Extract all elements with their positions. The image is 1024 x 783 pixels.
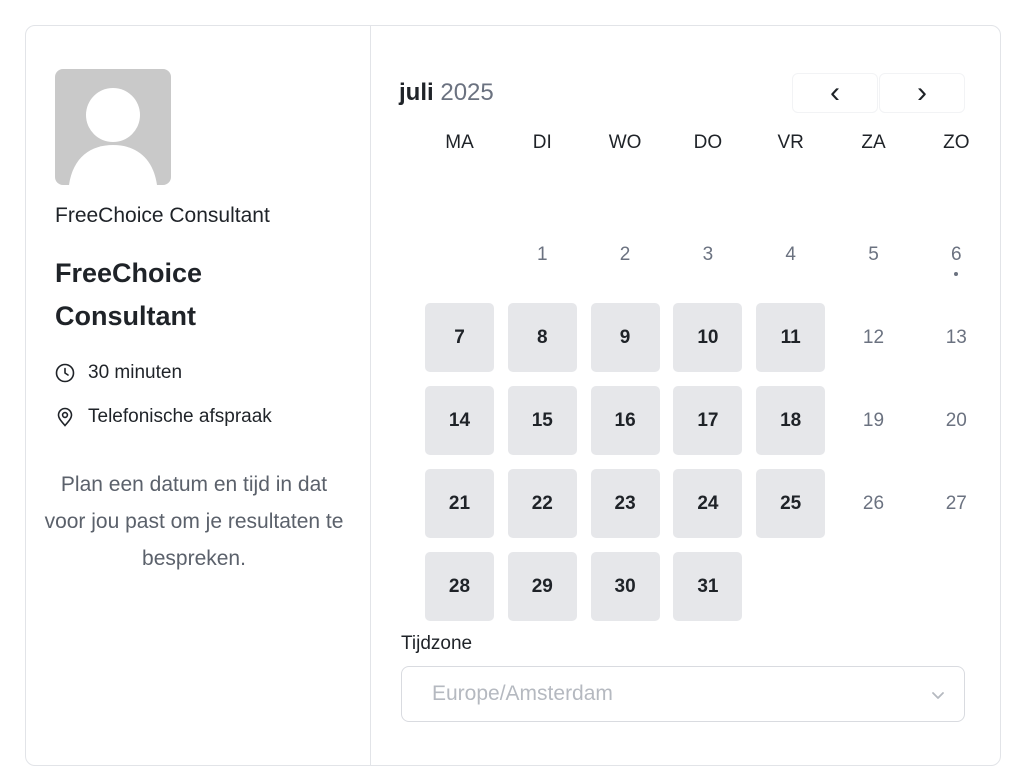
calendar-day-23[interactable]: 23 bbox=[590, 469, 660, 538]
calendar-day-8[interactable]: 8 bbox=[507, 303, 577, 372]
month-title: juli 2025 bbox=[399, 79, 494, 107]
calendar-day-18[interactable]: 18 bbox=[756, 386, 826, 455]
host-name: FreeChoice Consultant bbox=[55, 204, 270, 227]
timezone-select[interactable]: Europe/Amsterdam bbox=[401, 666, 965, 722]
calendar-panel: juli 2025 ‹ › MA DI WO DO VR ZA ZO 1 2 3 4 5 6 7 8 9 10… bbox=[371, 26, 1001, 765]
weekday-za: ZA bbox=[861, 132, 886, 153]
year-label: 2025 bbox=[440, 79, 494, 106]
calendar-day-13: 13 bbox=[945, 326, 967, 348]
chevron-down-icon bbox=[932, 692, 944, 699]
calendar-day-4: 4 bbox=[785, 243, 796, 265]
weekday-wo: WO bbox=[608, 132, 642, 153]
calendar-day-11[interactable]: 11 bbox=[756, 303, 826, 372]
calendar-day-14[interactable]: 14 bbox=[425, 386, 494, 455]
calendar-day-12: 12 bbox=[862, 326, 885, 348]
clock-icon bbox=[55, 363, 75, 383]
calendar-day-6: 6 bbox=[951, 243, 962, 265]
event-description: Plan een datum en tijd in dat voor jou p… bbox=[44, 473, 344, 570]
calendar-day-29[interactable]: 29 bbox=[507, 552, 577, 621]
calendar-day-16[interactable]: 16 bbox=[590, 386, 660, 455]
weekday-zo: ZO bbox=[943, 132, 970, 153]
weekday-di: DI bbox=[532, 132, 552, 153]
event-duration: 30 minuten bbox=[55, 362, 182, 384]
calendar-day-5: 5 bbox=[868, 243, 879, 265]
duration-text: 30 minuten bbox=[88, 362, 183, 383]
event-location: Telefonische afspraak bbox=[55, 406, 272, 428]
timezone-value: Europe/Amsterdam bbox=[432, 682, 613, 705]
month-name: juli bbox=[399, 79, 434, 106]
chevron-left-icon: ‹ bbox=[830, 76, 840, 109]
calendar-day-26: 26 bbox=[862, 492, 885, 514]
avatar bbox=[55, 69, 171, 185]
weekday-ma: MA bbox=[445, 132, 474, 153]
user-silhouette-icon bbox=[69, 88, 157, 185]
calendar-day-27: 27 bbox=[945, 492, 967, 514]
chevron-right-icon: › bbox=[917, 76, 927, 109]
calendar-day-19: 19 bbox=[862, 409, 885, 431]
calendar-day-22[interactable]: 22 bbox=[507, 469, 577, 538]
timezone-label: Tijdzone bbox=[401, 633, 473, 654]
event-title: FreeChoice Consultant bbox=[55, 258, 203, 331]
location-text: Telefonische afspraak bbox=[88, 406, 272, 427]
calendar-day-31[interactable]: 31 bbox=[673, 552, 743, 621]
calendar-day-1: 1 bbox=[537, 243, 548, 265]
calendar-day-9[interactable]: 9 bbox=[590, 303, 660, 372]
calendar-day-28[interactable]: 28 bbox=[425, 552, 494, 621]
calendar-day-17[interactable]: 17 bbox=[673, 386, 743, 455]
calendar-day-24[interactable]: 24 bbox=[673, 469, 743, 538]
next-month-button[interactable]: › bbox=[879, 73, 965, 113]
location-pin-icon bbox=[57, 407, 73, 427]
calendar-day-10[interactable]: 10 bbox=[673, 303, 743, 372]
calendar-day-3: 3 bbox=[702, 243, 714, 265]
weekday-do: DO bbox=[693, 132, 723, 153]
calendar-day-15[interactable]: 15 bbox=[507, 386, 577, 455]
calendar-day-20: 20 bbox=[945, 409, 967, 431]
calendar-day-7[interactable]: 7 bbox=[425, 303, 494, 372]
calendar-day-25[interactable]: 25 bbox=[756, 469, 826, 538]
calendar-day-21[interactable]: 21 bbox=[425, 469, 494, 538]
calendar-day-30[interactable]: 30 bbox=[590, 552, 660, 621]
event-info-panel: FreeChoice Consultant FreeChoice Consult… bbox=[26, 26, 371, 765]
previous-month-button[interactable]: ‹ bbox=[792, 73, 878, 113]
booking-card: FreeChoice Consultant FreeChoice Consult… bbox=[25, 25, 1001, 766]
weekday-vr: VR bbox=[777, 132, 804, 153]
calendar-day-2: 2 bbox=[619, 243, 631, 265]
